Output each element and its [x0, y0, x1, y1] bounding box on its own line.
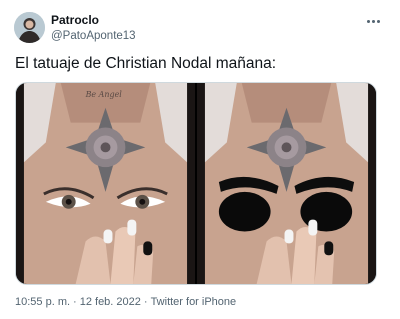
- meta-separator: ·: [73, 296, 77, 308]
- photo-left[interactable]: Be Angel: [16, 83, 195, 284]
- author-block: Patroclo @PatoAponte13: [51, 13, 136, 44]
- tweet-meta: 10:55 p. m. · 12 feb. 2022 · Twitter for iPh…: [15, 296, 236, 308]
- more-dot: [366, 19, 370, 23]
- more-dot: [376, 19, 380, 23]
- more-icon[interactable]: [363, 14, 383, 28]
- tweet-card: Patroclo @PatoAponte13 El tatuaje de Chr…: [0, 0, 400, 319]
- tweet-time[interactable]: 10:55 p. m.: [15, 296, 70, 308]
- tweet-text: El tatuaje de Christian Nodal mañana:: [15, 55, 277, 72]
- photo-right[interactable]: [197, 83, 376, 284]
- tweet-source[interactable]: Twitter for iPhone: [151, 296, 237, 308]
- media-grid: Be Angel: [15, 82, 377, 285]
- more-dot: [371, 19, 375, 23]
- user-handle[interactable]: @PatoAponte13: [51, 29, 136, 44]
- tweet-date[interactable]: 12 feb. 2022: [80, 296, 141, 308]
- display-name[interactable]: Patroclo: [51, 13, 136, 28]
- meta-separator: ·: [143, 296, 148, 308]
- avatar[interactable]: [14, 12, 45, 43]
- svg-text:Be Angel: Be Angel: [85, 90, 123, 99]
